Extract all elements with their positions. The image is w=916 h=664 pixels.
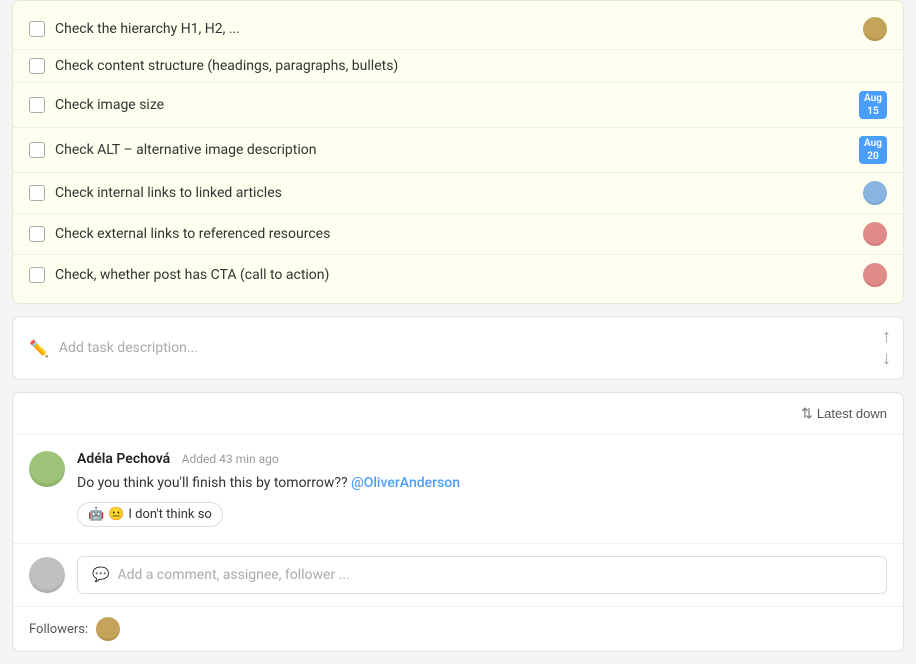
checklist-label-2: Check content structure (headings, parag… (55, 58, 887, 74)
checklist-label-4: Check ALT – alternative image descriptio… (55, 142, 843, 158)
date-badge-3: Aug 15 (859, 91, 887, 119)
checklist-label-6: Check external links to referenced resou… (55, 226, 853, 242)
checkbox-6[interactable] (29, 226, 45, 242)
checkbox-1[interactable] (29, 21, 45, 37)
checklist-item: Check, whether post has CTA (call to act… (13, 255, 903, 295)
checklist-label-1: Check the hierarchy H1, H2, ... (55, 21, 853, 37)
badge-day-3: 15 (867, 105, 878, 118)
checklist-item: Check content structure (headings, parag… (13, 50, 903, 83)
checklist-item: Check external links to referenced resou… (13, 214, 903, 255)
badge-month-4: Aug (864, 137, 882, 150)
comment-entry: Adéla Pechová Added 43 min ago Do you th… (13, 435, 903, 544)
checklist-label-3: Check image size (55, 97, 843, 113)
comments-section: ⇅ Latest down Adéla Pechová Added 43 min… (12, 392, 904, 652)
checkbox-7[interactable] (29, 267, 45, 283)
pencil-icon: ✏️ (29, 339, 49, 358)
commenter-avatar (29, 557, 65, 593)
sort-label: Latest down (817, 406, 887, 421)
sort-icon: ⇅ (801, 405, 813, 422)
followers-row: Followers: (13, 607, 903, 651)
add-comment-row: 💬 Add a comment, assignee, follower ... (13, 544, 903, 607)
comment-mention: @OliverAnderson (351, 475, 460, 491)
checklist-section: Check the hierarchy H1, H2, ... Check co… (12, 0, 904, 304)
avatar-6 (863, 222, 887, 246)
avatar-5 (863, 181, 887, 205)
comment-author: Adéla Pechová (77, 451, 170, 467)
checkbox-3[interactable] (29, 97, 45, 113)
checklist-item: Check image size Aug 15 (13, 83, 903, 128)
reaction-text: I don't think so (128, 507, 211, 522)
checklist-label-7: Check, whether post has CTA (call to act… (55, 267, 853, 283)
scroll-arrows: ↑ ↓ (882, 328, 891, 368)
comment-input-icon: 💬 (92, 567, 109, 583)
checkbox-5[interactable] (29, 185, 45, 201)
date-badge-4: Aug 20 (859, 136, 887, 164)
checkbox-2[interactable] (29, 58, 45, 74)
add-comment-placeholder: Add a comment, assignee, follower ... (117, 567, 349, 583)
reaction-bubble[interactable]: 🤖 😐 I don't think so (77, 502, 223, 527)
comment-body: Adéla Pechová Added 43 min ago Do you th… (77, 451, 887, 527)
scroll-up-icon: ↑ (882, 328, 891, 346)
comments-header: ⇅ Latest down (13, 393, 903, 435)
badge-month-3: Aug (864, 92, 882, 105)
comment-text-content: Do you think you'll finish this by tomor… (77, 475, 348, 491)
description-section[interactable]: ✏️ Add task description... ↑ ↓ (12, 316, 904, 380)
followers-label: Followers: (29, 622, 88, 637)
badge-day-4: 20 (867, 150, 878, 163)
description-placeholder: Add task description... (59, 340, 198, 356)
checklist-item: Check ALT – alternative image descriptio… (13, 128, 903, 173)
avatar-1 (863, 17, 887, 41)
add-comment-input[interactable]: 💬 Add a comment, assignee, follower ... (77, 556, 887, 594)
reaction-emoji1: 🤖 (88, 507, 104, 522)
checklist-item: Check the hierarchy H1, H2, ... (13, 9, 903, 50)
comment-time: Added 43 min ago (182, 452, 279, 466)
reaction-emoji2: 😐 (108, 507, 124, 522)
comment-header-row: Adéla Pechová Added 43 min ago (77, 451, 887, 467)
sort-button[interactable]: ⇅ Latest down (801, 405, 887, 422)
avatar-7 (863, 263, 887, 287)
comment-avatar (29, 451, 65, 487)
comment-text: Do you think you'll finish this by tomor… (77, 473, 887, 494)
checklist-label-5: Check internal links to linked articles (55, 185, 853, 201)
follower-avatar-1 (96, 617, 120, 641)
checkbox-4[interactable] (29, 142, 45, 158)
checklist-item: Check internal links to linked articles (13, 173, 903, 214)
scroll-down-icon: ↓ (882, 350, 891, 368)
